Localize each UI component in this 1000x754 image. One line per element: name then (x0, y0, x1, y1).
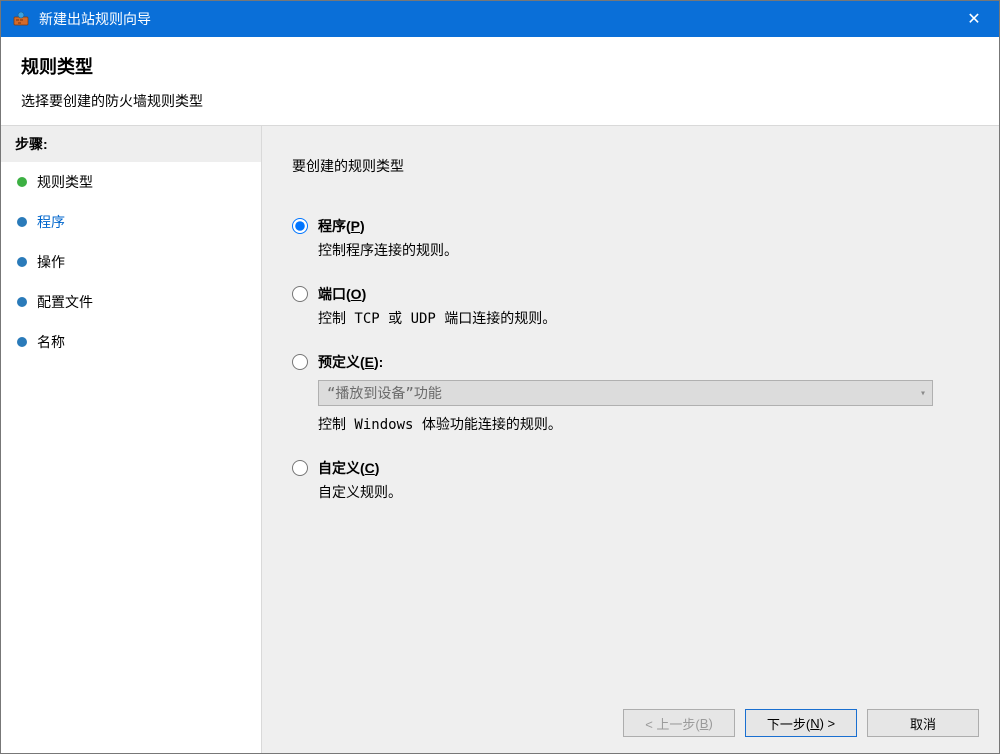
radio-predefined[interactable] (292, 354, 308, 370)
step-label: 配置文件 (37, 292, 93, 312)
titlebar: 新建出站规则向导 ✕ (1, 1, 999, 37)
dropdown-value: “播放到设备”功能 (327, 383, 442, 403)
chevron-down-icon: ▾ (920, 388, 926, 399)
wizard-window: 新建出站规则向导 ✕ 规则类型 选择要创建的防火墙规则类型 步骤: 规则类型 程… (0, 0, 1000, 754)
bullet-icon (17, 177, 27, 187)
bullet-icon (17, 257, 27, 267)
predefined-dropdown: “播放到设备”功能 ▾ (318, 380, 933, 406)
step-program[interactable]: 程序 (1, 202, 261, 242)
option-desc: 自定义规则。 (318, 482, 402, 502)
main-prompt: 要创建的规则类型 (292, 156, 969, 176)
option-predefined[interactable]: 预定义(E): “播放到设备”功能 ▾ 控制 Windows 体验功能连接的规则… (292, 352, 969, 434)
radio-program[interactable] (292, 218, 308, 234)
app-icon (11, 9, 31, 29)
page-header: 规则类型 选择要创建的防火墙规则类型 (1, 37, 999, 126)
option-label: 程序(P) (318, 216, 458, 236)
step-label: 操作 (37, 252, 65, 272)
option-label: 自定义(C) (318, 458, 402, 478)
page-title: 规则类型 (21, 53, 979, 79)
next-button[interactable]: 下一步(N) > (745, 709, 857, 737)
cancel-button[interactable]: 取消 (867, 709, 979, 737)
close-button[interactable]: ✕ (959, 9, 989, 29)
step-label: 名称 (37, 332, 65, 352)
option-custom[interactable]: 自定义(C) 自定义规则。 (292, 458, 969, 502)
option-program[interactable]: 程序(P) 控制程序连接的规则。 (292, 216, 969, 260)
options-group: 程序(P) 控制程序连接的规则。 端口(O) 控制 TCP 或 UDP 端口连接… (292, 216, 969, 502)
option-desc: 控制 TCP 或 UDP 端口连接的规则。 (318, 308, 556, 328)
main-panel: 要创建的规则类型 程序(P) 控制程序连接的规则。 端口( (262, 126, 999, 753)
steps-header: 步骤: (1, 126, 261, 162)
step-action[interactable]: 操作 (1, 242, 261, 282)
step-label: 程序 (37, 212, 65, 232)
step-label: 规则类型 (37, 172, 93, 192)
step-name[interactable]: 名称 (1, 322, 261, 362)
option-label: 预定义(E): (318, 352, 933, 372)
bullet-icon (17, 337, 27, 347)
bullet-icon (17, 217, 27, 227)
steps-sidebar: 步骤: 规则类型 程序 操作 配置文件 名称 (1, 126, 262, 753)
radio-custom[interactable] (292, 460, 308, 476)
option-desc: 控制 Windows 体验功能连接的规则。 (318, 414, 933, 434)
step-profile[interactable]: 配置文件 (1, 282, 261, 322)
window-title: 新建出站规则向导 (39, 9, 959, 29)
back-button: < 上一步(B) (623, 709, 735, 737)
bullet-icon (17, 297, 27, 307)
option-desc: 控制程序连接的规则。 (318, 240, 458, 260)
option-port[interactable]: 端口(O) 控制 TCP 或 UDP 端口连接的规则。 (292, 284, 969, 328)
button-row: < 上一步(B) 下一步(N) > 取消 (623, 709, 979, 737)
radio-port[interactable] (292, 286, 308, 302)
step-rule-type[interactable]: 规则类型 (1, 162, 261, 202)
page-subtitle: 选择要创建的防火墙规则类型 (21, 91, 979, 111)
body: 步骤: 规则类型 程序 操作 配置文件 名称 要创建的规 (1, 126, 999, 753)
option-label: 端口(O) (318, 284, 556, 304)
